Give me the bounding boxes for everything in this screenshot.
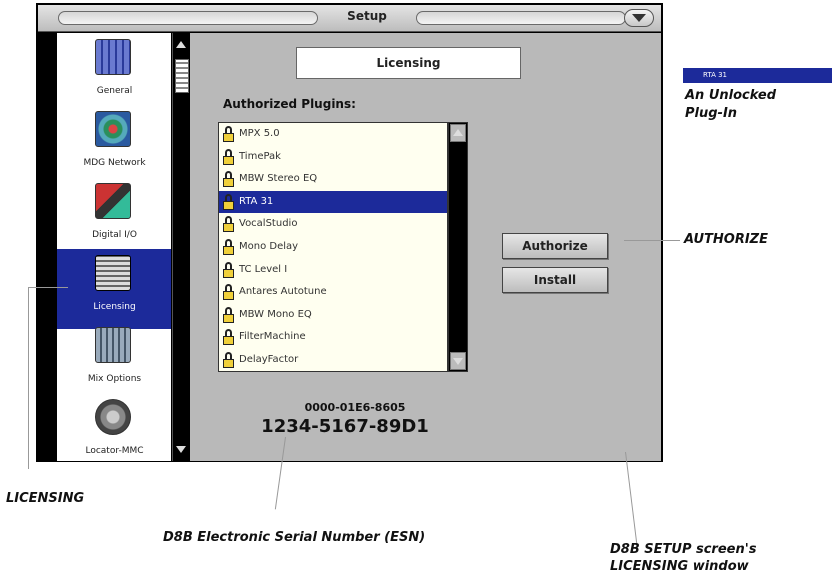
sidebar-item-mix-options[interactable]: Mix Options (57, 321, 171, 401)
licensing-leader-v (28, 287, 29, 469)
sidebar-item-locator-mmc[interactable]: Locator-MMC (57, 393, 171, 461)
sidebar-item-mdg-network[interactable]: MDG Network (57, 105, 171, 185)
mix-options-icon (95, 327, 131, 363)
lock-icon (223, 171, 234, 188)
plugin-list[interactable]: MPX 5.0 TimePak MBW Stereo EQ RTA 31 Voc… (218, 122, 448, 372)
network-icon (95, 111, 131, 147)
lock-icon (223, 261, 234, 278)
sidebar-item-label: MDG Network (83, 158, 146, 168)
setup-caption-line2: LICENSING window (610, 559, 749, 574)
list-item[interactable]: MBW Mono EQ (219, 304, 447, 327)
scroll-down-icon[interactable] (176, 446, 186, 453)
lock-icon (223, 126, 234, 142)
esn-caption: D8B Electronic Serial Number (ESN) (163, 530, 426, 545)
lock-icon (223, 193, 234, 210)
list-item[interactable]: MPX 5.0 (219, 123, 447, 146)
licensing-icon (95, 255, 131, 291)
licensing-caption: LICENSING (6, 491, 85, 506)
setup-caption-line1: D8B SETUP screen's (610, 542, 757, 557)
sidebar-item-label: Locator-MMC (85, 446, 144, 456)
scroll-down-icon (453, 358, 463, 365)
scroll-thumb[interactable] (175, 59, 189, 93)
panel-title: Licensing (296, 47, 521, 79)
unlocked-plugin-badge: RTA 31 (683, 68, 832, 83)
list-item[interactable]: Mono Delay (219, 236, 447, 259)
sidebar-item-licensing[interactable]: Licensing (57, 249, 171, 329)
licensing-panel: Licensing Authorized Plugins: MPX 5.0 Ti… (190, 33, 661, 461)
locator-icon (95, 399, 131, 435)
list-item[interactable]: MBW Stereo EQ (219, 168, 447, 191)
install-button[interactable]: Install (502, 267, 608, 293)
licensing-leader-h (28, 287, 68, 288)
lock-icon (223, 284, 234, 301)
list-item[interactable]: TimePak (219, 146, 447, 169)
scroll-up-icon (453, 129, 463, 136)
sidebar-item-digital-io[interactable]: Digital I/O (57, 177, 171, 257)
lock-icon (223, 351, 234, 368)
collapse-button[interactable] (624, 9, 654, 27)
authorized-plugins-label: Authorized Plugins: (223, 97, 356, 111)
esn-primary: 1234-5167-89D1 (261, 416, 429, 437)
sidebar-scrollbar[interactable] (172, 33, 190, 461)
triangle-down-icon (632, 14, 646, 22)
digital-io-icon (95, 183, 131, 219)
sidebar-item-label: General (96, 86, 133, 96)
esn-secondary: 0000-01E6-8605 (304, 401, 406, 414)
setup-window: Setup General MDG Network Digital I/O Li… (36, 3, 663, 462)
lock-icon (223, 329, 234, 346)
sidebar-item-label: Digital I/O (92, 230, 137, 240)
list-item[interactable]: DelayFactor (219, 349, 447, 371)
sidebar-item-general[interactable]: General (57, 33, 171, 113)
authorize-leader-line (624, 240, 680, 241)
sidebar-item-label: Licensing (93, 302, 136, 312)
authorize-button[interactable]: Authorize (502, 233, 608, 259)
lock-icon (223, 238, 234, 255)
window-title: Setup (347, 9, 387, 23)
lock-icon (223, 148, 234, 165)
title-bar[interactable]: Setup (38, 5, 661, 32)
sidebar-item-label: Mix Options (87, 374, 142, 384)
sidebar: General MDG Network Digital I/O Licensin… (57, 33, 172, 461)
authorize-caption: AUTHORIZE (684, 232, 768, 247)
unlocked-caption-line1: An Unlocked (685, 88, 777, 103)
list-item[interactable]: VocalStudio (219, 213, 447, 236)
list-item[interactable]: Antares Autotune (219, 281, 447, 304)
list-item[interactable]: FilterMachine (219, 326, 447, 349)
title-bar-stripe (416, 11, 626, 25)
title-bar-stripe (58, 11, 318, 25)
list-item-selected[interactable]: RTA 31 (219, 190, 447, 214)
unlocked-caption-line2: Plug-In (685, 106, 738, 121)
plugin-list-scrollbar[interactable] (448, 122, 468, 372)
setup-leader-line (625, 451, 638, 547)
lock-icon (223, 216, 234, 233)
scroll-up-icon[interactable] (176, 41, 186, 48)
list-item[interactable]: TC Level I (219, 259, 447, 282)
general-icon (95, 39, 131, 75)
lock-icon (223, 306, 234, 323)
